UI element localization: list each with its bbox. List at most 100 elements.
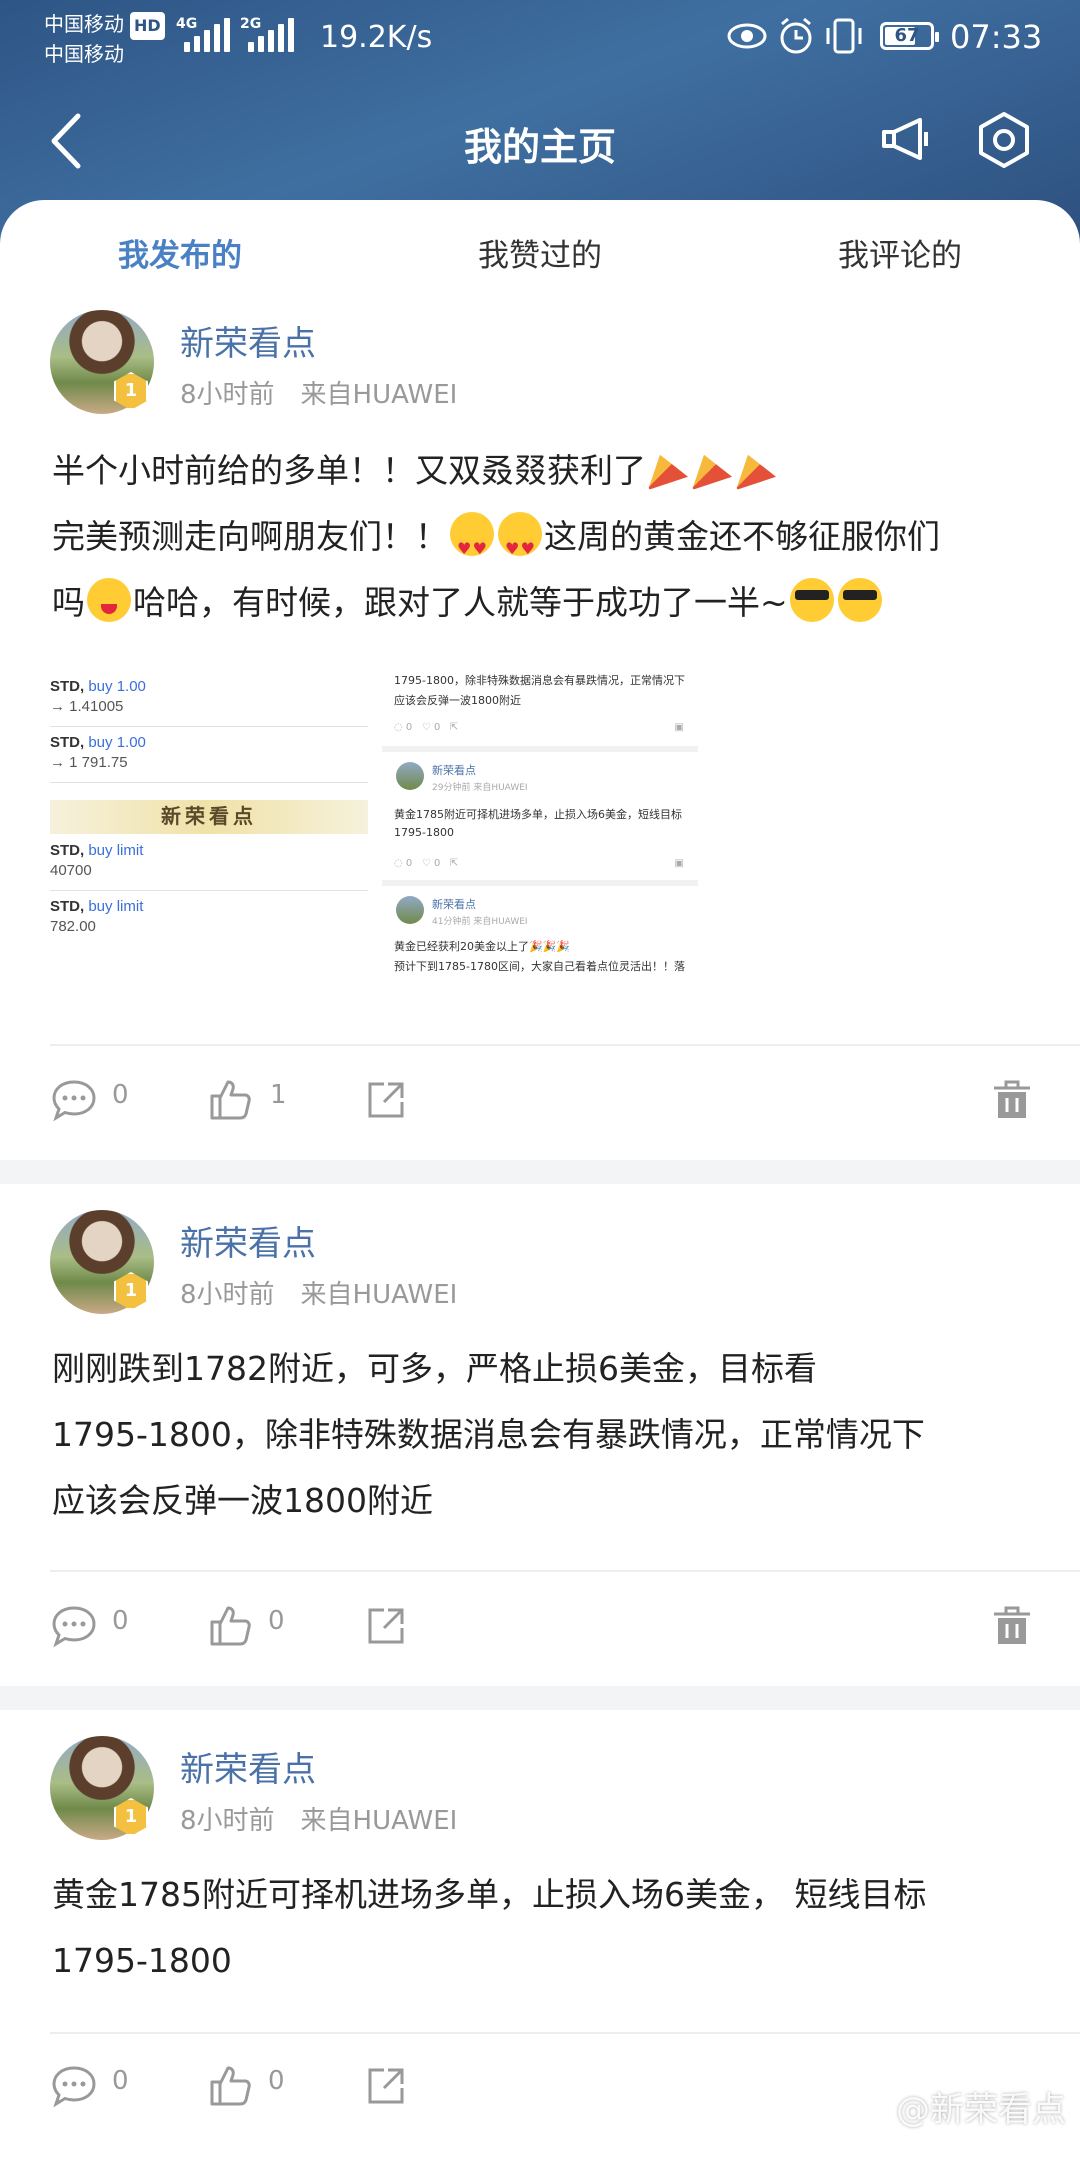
comment-icon[interactable] [50,1602,98,1650]
mini-meta: 41分钟前 来自HUAWEI [432,917,528,927]
alarm-icon [776,16,816,60]
share-icon[interactable] [362,2062,410,2110]
watermark: @新荣看点 [896,2090,1066,2130]
author-name[interactable]: 新荣看点 [180,1216,316,1265]
post-text-line: 这周的黄金还不够征服你们 [544,517,940,556]
post-text: 黄金1785附近可择机进场多单，止损入场6美金， 短线目标 1795-1800 [52,1862,1042,1994]
post-text-line: 1795-1800，除非特殊数据消息会有暴跌情况，正常情况下 [52,1415,925,1454]
post-text-line: 应该会反弹一波1800附近 [52,1481,433,1520]
trade-price: 782.00 [50,918,96,935]
post-text-line: 刚刚跌到1782附近，可多，严格止损6美金，目标看 [52,1349,817,1388]
heart-eyes-emoji-icon [498,512,542,582]
comment-icon[interactable] [50,1076,98,1124]
trade-symbol: STD, [50,734,85,751]
post-meta: 8小时前 来自HUAWEI [180,374,457,411]
share-icon[interactable] [362,1076,410,1124]
post-card-1: 1 新荣看点 8小时前 来自HUAWEI 半个小时前给的多单！！又双叒叕获利了 完… [0,310,1080,1140]
post-meta: 8小时前 来自HUAWEI [180,1274,457,1311]
post-text: 刚刚跌到1782附近，可多，严格止损6美金，目标看 1795-1800，除非特殊… [52,1336,1042,1534]
trade-action: buy limit [88,898,144,915]
hd-badge: HD [130,12,165,40]
mini-author: 新荣看点 [432,898,476,911]
trade-symbol: STD, [50,898,85,915]
sunglasses-emoji-icon [789,578,834,622]
vibrate-icon [822,16,866,60]
tab-bar: 我发布的 我赞过的 我评论的 [0,230,1080,290]
divider [50,1044,1080,1046]
tab-liked[interactable]: 我赞过的 [390,230,690,275]
post-time: 8小时前 [180,380,275,410]
post-source: 来自HUAWEI [300,1806,458,1836]
comment-count: 0 [112,2066,129,2096]
post-text-line: 完美预测走向啊朋友们！！ [52,517,448,556]
post-actions: 0 0 [0,1596,1080,1656]
clock: 07:33 [950,18,1043,56]
post-separator [0,1160,1080,1184]
author-name[interactable]: 新荣看点 [180,1742,316,1791]
heart-eyes-emoji-icon [450,512,494,582]
trade-price: 40700 [50,862,92,879]
image-text: 预计下到1785-1780区间，大家自己看着点位灵活出！！落 [394,960,685,973]
like-thumb-icon[interactable] [206,2062,254,2110]
image-count: 0 [433,858,441,869]
post-text-line: 1795-1800 [52,1941,232,1980]
image-text: 1795-1800，除非特殊数据消息会有暴跌情况，正常情况下 [394,674,685,687]
trade-price: → 1 791.75 [50,754,128,771]
trade-row: STD, buy 1.00 → 1 791.75 [50,728,368,783]
carrier-info: 中国移动 HD 中国移动 [44,10,165,68]
post-text-line: 半个小时前给的多单！！又双叒叕获利了 [52,451,646,490]
post-source: 来自HUAWEI [300,380,458,410]
trade-row: STD, buy limit 782.00 [50,892,368,942]
image-count: 0 [405,722,413,733]
comment-icon[interactable] [50,2062,98,2110]
party-popper-icon [692,454,732,490]
trade-price: → 1.41005 [50,698,124,715]
divider [50,1570,1080,1572]
image-text: 黄金已经获利20美金以上了🎉🎉🎉 [394,940,571,953]
post-image-trades[interactable]: STD, buy 1.00 → 1.41005 STD, buy 1.00 → … [50,672,368,942]
share-icon[interactable] [362,1602,410,1650]
mini-avatar [396,762,424,790]
winking-tongue-emoji-icon [87,578,131,622]
nav-bar: 我的主页 [0,90,1080,190]
trade-row: STD, buy 1.00 → 1.41005 [50,672,368,727]
tab-my-posts[interactable]: 我发布的 [30,230,330,275]
post-source: 来自HUAWEI [300,1280,458,1310]
post-separator [0,1686,1080,1710]
status-bar: 中国移动 HD 中国移动 4G 2G 19.2K/s 67 07:33 [0,0,1080,78]
like-thumb-icon[interactable] [206,1602,254,1650]
author-name[interactable]: 新荣看点 [180,316,316,365]
post-text-line: 吗 [52,583,85,622]
trash-icon[interactable] [988,1602,1036,1650]
battery-icon: 67 [880,22,939,50]
tab-commented[interactable]: 我评论的 [750,230,1050,275]
comment-count: 0 [112,1080,129,1110]
like-count: 1 [270,1080,287,1110]
like-count: 0 [268,1606,285,1636]
trade-action: buy 1.00 [88,678,146,695]
image-stamp: 新荣看点 [50,800,368,834]
like-count: 0 [268,2066,285,2096]
image-actions: ◌ 0 ♡ 0 ⇱ ▣ [394,722,684,733]
image-count: 0 [433,722,441,733]
carrier-1: 中国移动 [44,12,124,36]
mini-meta: 29分钟前 来自HUAWEI [432,783,528,793]
mini-author: 新荣看点 [432,764,476,777]
megaphone-icon[interactable] [876,110,936,170]
settings-gear-icon[interactable] [974,110,1034,170]
party-popper-icon [736,454,776,490]
party-popper-icon [648,454,688,490]
post-text-line: 哈哈，有时候，跟对了人就等于成功了一半~ [133,583,788,622]
like-thumb-icon[interactable] [206,1076,254,1124]
image-text: 1795-1800 [394,826,454,839]
post-image-feed[interactable]: 1795-1800，除非特殊数据消息会有暴跌情况，正常情况下 应该会反弹一波18… [382,666,698,984]
trash-icon[interactable] [988,1076,1036,1124]
trade-symbol: STD, [50,678,85,695]
post-time: 8小时前 [180,1806,275,1836]
trade-action: buy limit [88,842,144,859]
trade-row: STD, buy limit 40700 [50,836,368,891]
image-count: 0 [405,858,413,869]
divider [50,2032,1080,2034]
image-text: 黄金1785附近可择机进场多单，止损入场6美金，短线目标 [394,808,682,821]
sunglasses-emoji-icon [837,578,882,622]
